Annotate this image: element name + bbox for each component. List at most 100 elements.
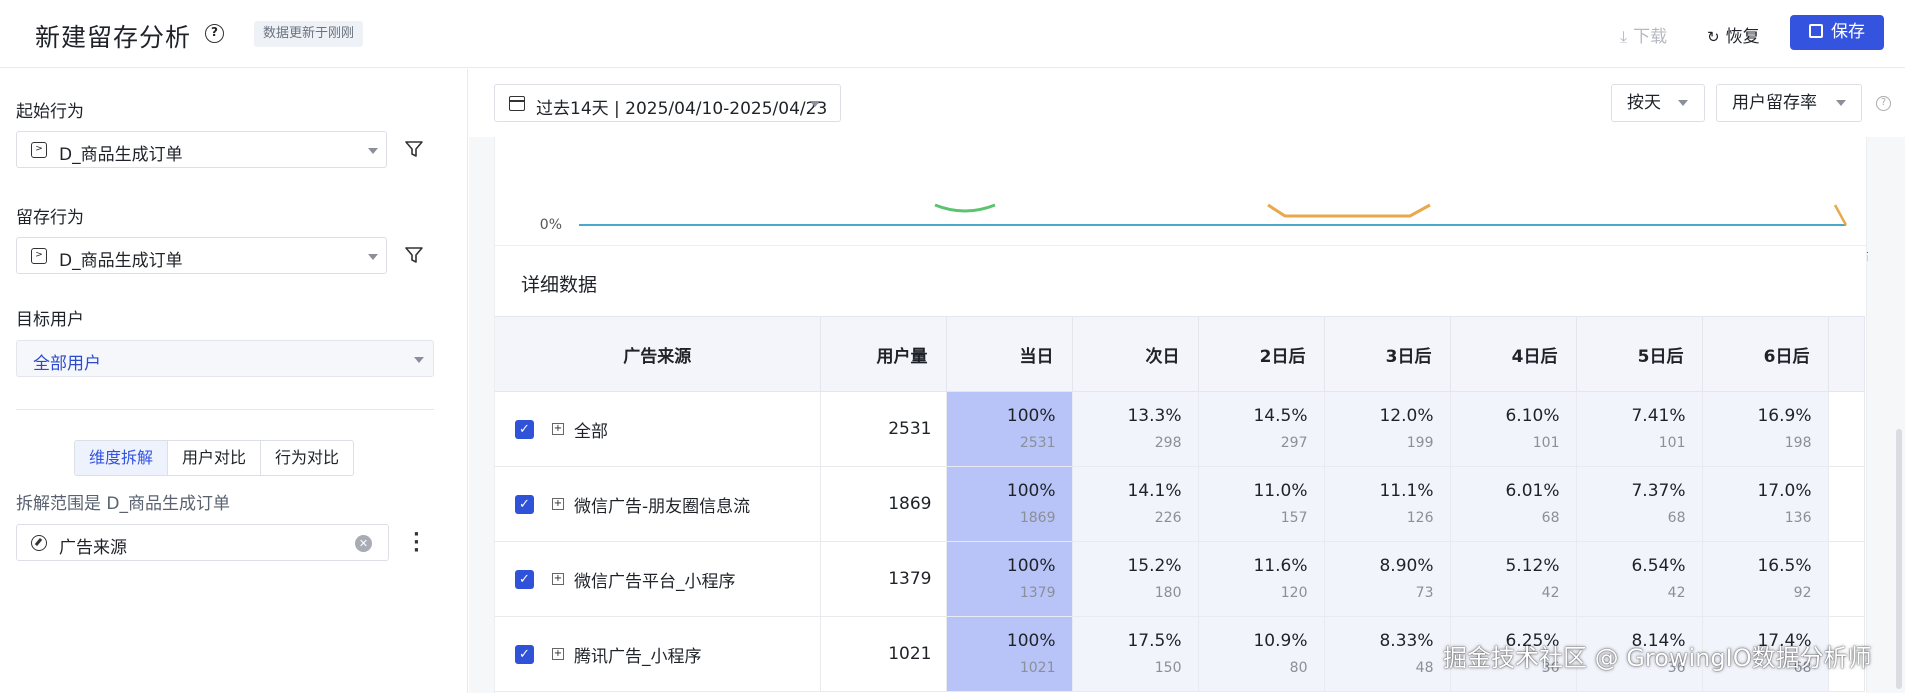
event-icon: >: [31, 248, 47, 264]
clear-icon[interactable]: ✕: [355, 535, 372, 552]
checkbox[interactable]: ✓: [515, 494, 534, 514]
date-range-picker[interactable]: 过去14天 | 2025/04/10-2025/04/23: [494, 84, 841, 122]
retained-count: 1021: [1019, 660, 1056, 676]
watermark-text: 掘金技术社区 @ GrowingIO数据分析师: [1443, 644, 1872, 672]
detail-table: 广告来源 用户量 当日 次日 2日后 3日后 4日后 5日后 6日后 ✓ + 全部 2…: [495, 316, 1865, 692]
target-users-select[interactable]: 全部用户: [16, 340, 434, 377]
download-icon: ⤓: [1620, 27, 1628, 46]
spacer-cell: [1828, 466, 1865, 542]
save-button[interactable]: 保存: [1790, 15, 1884, 50]
expand-icon[interactable]: +: [552, 498, 564, 510]
filter-icon[interactable]: [405, 140, 423, 158]
retention-cell: 100% 2531: [946, 391, 1073, 467]
expand-icon[interactable]: +: [552, 573, 564, 585]
download-label: 下载: [1633, 27, 1668, 47]
metric-value: 用户留存率: [1732, 93, 1817, 113]
source-name: 腾讯广告_小程序: [574, 646, 702, 667]
column-header[interactable]: 广告来源: [495, 316, 821, 392]
retention-rate: 14.5%: [1253, 406, 1308, 426]
user-count-cell: 1869: [820, 466, 947, 542]
retention-rate: 12.0%: [1379, 406, 1434, 426]
tab-user-compare[interactable]: 用户对比: [168, 441, 262, 475]
column-header[interactable]: 次日: [1072, 316, 1199, 392]
retained-count: 120: [1280, 585, 1308, 601]
chevron-down-icon: [368, 148, 378, 154]
config-panel: 起始行为 > D_商品生成订单 留存行为 > D_商品生成订单 目标用户 全部用…: [0, 69, 468, 693]
retention-rate: 15.2%: [1127, 556, 1182, 576]
vertical-scrollbar[interactable]: [1896, 429, 1902, 689]
column-header[interactable]: 6日后: [1702, 316, 1829, 392]
retention-cell: 12.0% 199: [1324, 391, 1451, 467]
retention-cell: 100% 1869: [946, 466, 1073, 542]
retention-cell: 8.90% 73: [1324, 541, 1451, 617]
orange-series-tail: [1833, 204, 1848, 226]
dimension-value: 广告来源: [59, 538, 127, 558]
retention-rate: 100%: [1006, 481, 1056, 501]
checkbox[interactable]: ✓: [515, 644, 534, 664]
restore-button[interactable]: ↻ 恢复: [1707, 22, 1760, 47]
checkbox[interactable]: ✓: [515, 569, 534, 589]
retention-rate: 100%: [1006, 406, 1056, 426]
retention-cell: 8.33% 48: [1324, 616, 1451, 692]
retained-count: 42: [1667, 585, 1686, 601]
retention-cell: 11.0% 157: [1198, 466, 1325, 542]
retained-count: 68: [1541, 510, 1560, 526]
expand-icon[interactable]: +: [552, 648, 564, 660]
more-options-icon[interactable]: · · ·: [413, 526, 420, 560]
date-range-value: 过去14天 | 2025/04/10-2025/04/23: [536, 99, 828, 119]
user-count-cell: 2531: [820, 391, 947, 467]
expand-icon[interactable]: +: [552, 423, 564, 435]
retention-rate: 6.54%: [1631, 556, 1686, 576]
metric-select[interactable]: 用户留存率: [1716, 84, 1862, 122]
table-row: ✓ + 微信广告平台_小程序 1379 100% 1379 15.2% 180 11.6% 120…: [495, 541, 1865, 617]
analysis-toolbar: 过去14天 | 2025/04/10-2025/04/23 按天 用户留存率 ?: [469, 69, 1905, 137]
retained-count: 126: [1406, 510, 1434, 526]
save-label: 保存: [1831, 22, 1865, 42]
retention-event-select[interactable]: > D_商品生成订单: [16, 237, 387, 274]
tab-event-compare[interactable]: 行为对比: [261, 441, 353, 475]
retention-cell: 15.2% 180: [1072, 541, 1199, 617]
source-cell: ✓ + 腾讯广告_小程序: [495, 616, 821, 692]
checkbox[interactable]: ✓: [515, 419, 534, 439]
column-header[interactable]: 4日后: [1450, 316, 1577, 392]
retention-cell: 6.54% 42: [1576, 541, 1703, 617]
retained-count: 68: [1667, 510, 1686, 526]
retention-rate: 14.1%: [1127, 481, 1182, 501]
column-header[interactable]: 5日后: [1576, 316, 1703, 392]
start-event-label: 起始行为: [16, 102, 84, 122]
source-name: 微信广告平台_小程序: [574, 571, 736, 592]
filter-icon[interactable]: [405, 246, 423, 264]
retention-rate: 17.0%: [1757, 481, 1812, 501]
retention-cell: 13.3% 298: [1072, 391, 1199, 467]
retention-event-value: D_商品生成订单: [59, 251, 183, 271]
retention-cell: 11.1% 126: [1324, 466, 1451, 542]
retention-cell: 7.37% 68: [1576, 466, 1703, 542]
source-cell: ✓ + 全部: [495, 391, 821, 467]
retention-cell: 11.6% 120: [1198, 541, 1325, 617]
help-icon[interactable]: ?: [1876, 96, 1891, 111]
divider: [16, 409, 434, 410]
main-content: 0% 当日次日2日后3日后4日后5日后6日后7日后8日后9日后10日后11日后1…: [469, 69, 1905, 693]
retention-rate: 10.9%: [1253, 631, 1308, 651]
retained-count: 73: [1415, 585, 1434, 601]
retained-count: 42: [1541, 585, 1560, 601]
column-header[interactable]: 当日: [946, 316, 1073, 392]
y-tick-label: 0%: [540, 217, 562, 233]
update-status-badge: 数据更新于刚刚: [254, 21, 364, 47]
start-event-select[interactable]: > D_商品生成订单: [16, 131, 387, 168]
table-header-row: 广告来源 用户量 当日 次日 2日后 3日后 4日后 5日后 6日后: [495, 316, 1865, 392]
column-header[interactable]: 3日后: [1324, 316, 1451, 392]
retained-count: 297: [1280, 435, 1308, 451]
dimension-select[interactable]: 广告来源 ✕: [16, 524, 389, 561]
chevron-down-icon: [810, 101, 820, 107]
download-button[interactable]: ⤓ 下载: [1620, 22, 1667, 47]
granularity-select[interactable]: 按天: [1611, 84, 1705, 122]
retained-count: 157: [1280, 510, 1308, 526]
column-header[interactable]: 2日后: [1198, 316, 1325, 392]
retained-count: 136: [1784, 510, 1812, 526]
green-series-line: [934, 203, 996, 213]
column-header[interactable]: 用户量: [820, 316, 947, 392]
tab-dimension-breakdown[interactable]: 维度拆解: [75, 441, 169, 475]
source-name: 微信广告-朋友圈信息流: [574, 496, 751, 517]
help-icon[interactable]: ?: [205, 24, 224, 43]
